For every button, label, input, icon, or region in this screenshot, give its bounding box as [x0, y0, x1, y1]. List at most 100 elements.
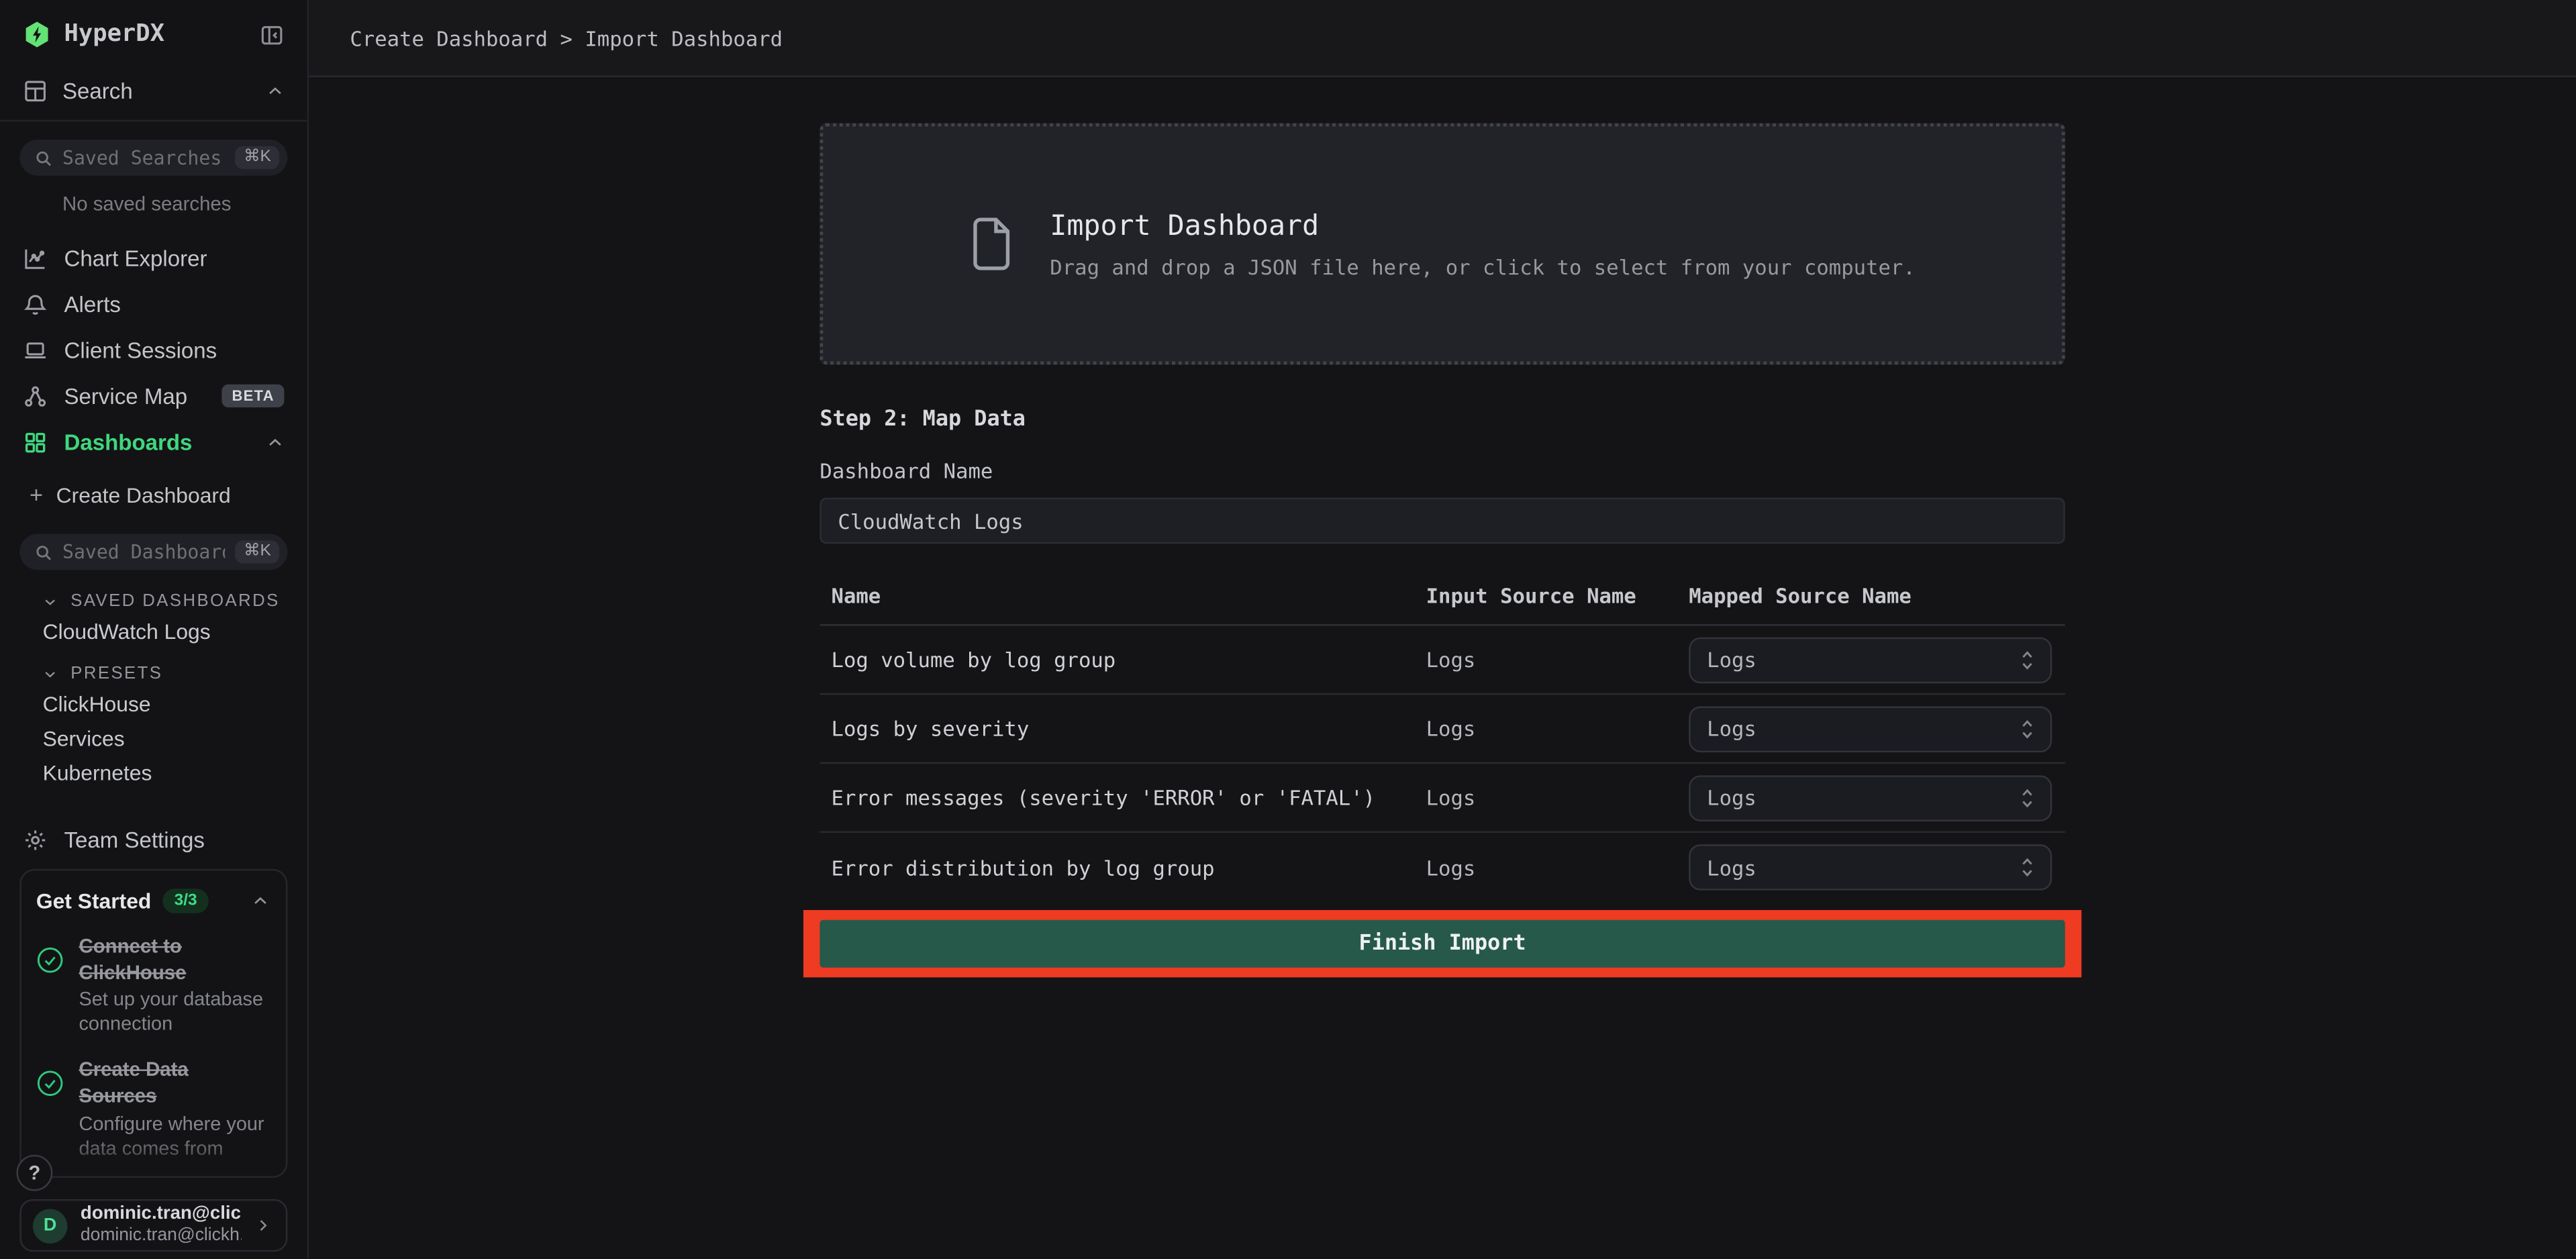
search-icon [34, 149, 52, 167]
mapped-source-select[interactable]: Logs [1689, 705, 2052, 752]
team-settings-label: Team Settings [64, 827, 204, 852]
breadcrumb: Create Dashboard > Import Dashboard [350, 26, 783, 50]
get-started-header[interactable]: Get Started 3/3 [36, 889, 270, 913]
table-header-row: Name Input Source Name Mapped Source Nam… [820, 573, 2065, 625]
search-section-label: Search [62, 79, 251, 103]
main-area: Create Dashboard > Import Dashboard Impo… [309, 0, 2576, 1258]
mapped-source-select[interactable]: Logs [1689, 844, 2052, 891]
saved-dashboards-searchbox[interactable]: ⌘K [19, 534, 287, 570]
shortcut-badge: ⌘K [236, 146, 279, 169]
action-highlight-overlay: Finish Import [803, 910, 2081, 977]
table-row: Log volume by log group Logs Logs [820, 626, 2065, 695]
search-section-icon [23, 79, 48, 103]
mapped-source-select[interactable]: Logs [1689, 774, 2052, 821]
select-value: Logs [1707, 647, 2018, 672]
dashboard-name-input[interactable] [820, 498, 2065, 544]
import-content: Import Dashboard Drag and drop a JSON fi… [820, 123, 2065, 978]
sidebar-item-client-sessions[interactable]: Client Sessions [0, 327, 307, 373]
select-value: Logs [1707, 716, 2018, 741]
sidebar-collapse-icon[interactable] [260, 22, 285, 47]
cell-input-source: Logs [1426, 855, 1689, 880]
mapped-source-select[interactable]: Logs [1689, 636, 2052, 683]
get-started-progress-badge: 3/3 [163, 889, 209, 913]
sidebar-item-label: Dashboards [64, 430, 250, 454]
json-dropzone[interactable]: Import Dashboard Drag and drop a JSON fi… [820, 123, 2065, 365]
unfold-chevrons-icon [2018, 786, 2037, 809]
sidebar-item-label: Chart Explorer [64, 246, 284, 270]
preset-link-services[interactable]: Services [0, 721, 307, 756]
cell-name: Error messages (severity 'ERROR' or 'FAT… [832, 785, 1426, 810]
finish-import-button[interactable]: Finish Import [820, 920, 2065, 968]
table-row: Error distribution by log group Logs Log… [820, 833, 2065, 902]
cell-input-source: Logs [1426, 647, 1689, 672]
chevron-up-icon [266, 82, 285, 100]
dropzone-text: Import Dashboard Drag and drop a JSON fi… [1050, 209, 1915, 279]
get-started-item-desc: Set up your database connection [79, 988, 269, 1038]
file-icon [969, 217, 1013, 271]
unfold-chevrons-icon [2018, 856, 2037, 878]
chevron-up-icon [251, 892, 269, 910]
get-started-item-title: Connect to ClickHouse [79, 935, 269, 986]
group-saved-dashboards[interactable]: SAVED DASHBOARDS [43, 591, 307, 611]
select-value: Logs [1707, 855, 2018, 880]
help-button[interactable]: ? [16, 1155, 52, 1191]
create-dashboard-button[interactable]: + Create Dashboard [0, 471, 307, 517]
dashboard-link-cloudwatch-logs[interactable]: CloudWatch Logs [0, 614, 307, 648]
check-circle-icon [36, 946, 64, 974]
shortcut-badge: ⌘K [236, 540, 279, 563]
mapping-table: Name Input Source Name Mapped Source Nam… [820, 573, 2065, 902]
sidebar-item-chart-explorer[interactable]: Chart Explorer [0, 235, 307, 281]
group-title: PRESETS [70, 664, 162, 683]
gear-icon [23, 827, 48, 852]
saved-dashboards-input[interactable] [62, 540, 226, 563]
user-name: dominic.tran@clic... [81, 1205, 242, 1226]
avatar: D [33, 1208, 67, 1242]
get-started-item-desc: Configure where your data comes from [79, 1111, 269, 1161]
step-label: Step 2: Map Data [820, 407, 2065, 432]
user-email: dominic.tran@clickh... [81, 1226, 242, 1246]
dashboards-grid-icon [23, 430, 48, 454]
sidebar-item-label: Service Map [64, 384, 205, 409]
topbar: Create Dashboard > Import Dashboard [309, 0, 2576, 77]
beta-badge: BETA [222, 385, 285, 407]
get-started-item-sources[interactable]: Create Data Sources Configure where your… [36, 1058, 270, 1161]
hyperdx-logo-icon [23, 19, 51, 49]
check-circle-icon [36, 1070, 64, 1098]
cell-name: Error distribution by log group [832, 855, 1426, 880]
service-map-icon [23, 384, 48, 409]
user-account-button[interactable]: D dominic.tran@clic... dominic.tran@clic… [19, 1199, 287, 1252]
cell-input-source: Logs [1426, 785, 1689, 810]
get-started-item-connect[interactable]: Connect to ClickHouse Set up your databa… [36, 935, 270, 1038]
chart-icon [23, 246, 48, 270]
sidebar-item-label: Client Sessions [64, 338, 284, 362]
sidebar-item-service-map[interactable]: Service Map BETA [0, 373, 307, 419]
preset-link-kubernetes[interactable]: Kubernetes [0, 756, 307, 790]
chevron-down-icon [43, 594, 58, 609]
cell-input-source: Logs [1426, 716, 1689, 741]
get-started-item-title: Create Data Sources [79, 1058, 269, 1109]
dashboard-name-label: Dashboard Name [820, 458, 2065, 483]
cell-name: Log volume by log group [832, 647, 1426, 672]
sidebar-item-alerts[interactable]: Alerts [0, 281, 307, 328]
column-header-name: Name [832, 583, 1426, 608]
team-settings-button[interactable]: Team Settings [0, 817, 307, 863]
preset-link-clickhouse[interactable]: ClickHouse [0, 687, 307, 721]
brand-name: HyperDX [64, 21, 246, 48]
saved-searches-input[interactable] [62, 146, 226, 169]
column-header-mapped-source: Mapped Source Name [1689, 583, 2065, 608]
search-icon [34, 543, 52, 561]
logo-row: HyperDX [0, 0, 307, 66]
sidebar-item-label: Alerts [64, 291, 284, 316]
group-title: SAVED DASHBOARDS [70, 591, 279, 611]
get-started-panel: Get Started 3/3 Connect to ClickHouse Se… [19, 869, 287, 1178]
dropzone-title: Import Dashboard [1050, 209, 1915, 242]
saved-searches-searchbox[interactable]: ⌘K [19, 140, 287, 176]
sidebar-section-search[interactable]: Search [0, 66, 307, 121]
dropzone-subtitle: Drag and drop a JSON file here, or click… [1050, 254, 1915, 279]
chevron-right-icon [254, 1217, 270, 1233]
sidebar-item-dashboards[interactable]: Dashboards [0, 419, 307, 465]
group-presets[interactable]: PRESETS [43, 664, 307, 683]
laptop-icon [23, 338, 48, 362]
cell-name: Logs by severity [832, 716, 1426, 741]
no-saved-searches-text: No saved searches [62, 192, 307, 215]
